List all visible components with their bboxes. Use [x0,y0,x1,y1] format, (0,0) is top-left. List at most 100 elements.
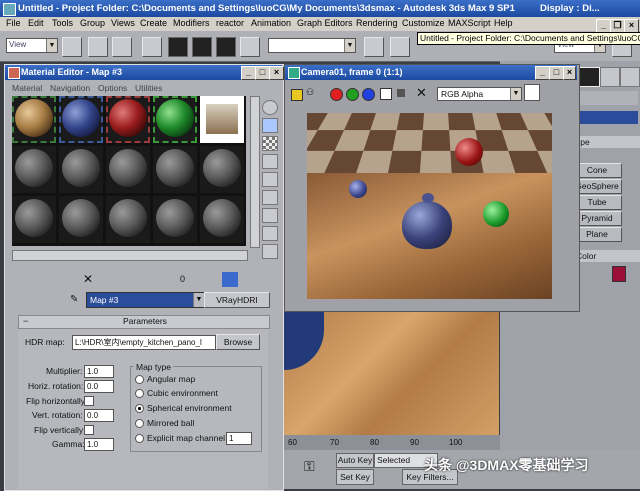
perspective-viewport[interactable] [284,310,499,435]
horiz-rotation-spinner[interactable]: 0.0 [84,380,114,393]
go-to-parent-icon[interactable] [242,272,258,287]
mirror-icon[interactable] [364,37,384,57]
flip-horizontally-checkbox[interactable] [84,396,94,406]
maximize-button[interactable]: □ [549,66,564,80]
menu-navigation[interactable]: Navigation [50,83,90,93]
sample-slot[interactable] [153,196,197,243]
channel-display-combo[interactable]: RGB Alpha ▼ [437,87,522,101]
minimize-button[interactable]: _ [535,66,550,80]
select-by-material-icon[interactable] [262,226,278,241]
green-channel-icon[interactable] [346,88,359,101]
put-to-scene-icon[interactable] [38,272,54,287]
menu-options[interactable]: Options [98,83,127,93]
video-color-check-icon[interactable] [262,172,278,187]
redo-icon[interactable] [142,37,162,57]
sample-type-icon[interactable] [262,100,278,115]
restore-button[interactable]: ❐ [610,19,625,33]
make-preview-icon[interactable] [262,190,278,205]
spherical-environment-radio[interactable] [135,404,144,413]
close-button[interactable]: × [269,66,284,80]
view-combo[interactable]: View ▼ [6,38,58,53]
red-channel-icon[interactable] [330,88,343,101]
color-swatch[interactable] [524,84,540,101]
angular-map-radio[interactable] [135,375,144,384]
align-icon[interactable] [390,37,410,57]
menu-edit[interactable]: Edit [28,18,44,28]
set-key-button[interactable]: Set Key [336,469,374,485]
vert-rotation-spinner[interactable]: 0.0 [84,409,114,422]
named-selection-combo[interactable]: ▼ [268,38,356,53]
clone-window-icon[interactable]: ⚇ [306,87,314,98]
menu-file[interactable]: File [6,18,21,28]
modify-tab-icon[interactable] [600,67,620,87]
reset-map-icon[interactable]: ✕ [80,272,96,287]
options-icon[interactable] [262,208,278,223]
cubic-environment-radio[interactable] [135,389,144,398]
menu-maxscript[interactable]: MAXScript [448,18,491,28]
sample-slot[interactable] [200,146,244,193]
menu-utilities[interactable]: Utilities [135,83,162,93]
material-id-channel[interactable]: 0 [180,274,185,284]
blue-channel-icon[interactable] [362,88,375,101]
object-type-combo[interactable] [578,111,638,124]
monochrome-icon[interactable] [397,89,405,97]
key-icon[interactable]: ⚿ [304,458,324,478]
alpha-channel-icon[interactable] [380,88,392,100]
menu-graph-editors[interactable]: Graph Editors [297,18,353,28]
menu-help[interactable]: Help [494,18,513,28]
explicit-map-channel-radio[interactable] [135,434,144,443]
sample-slot[interactable] [153,96,197,143]
map-type-button[interactable]: VRayHDRI [204,292,270,308]
make-copy-icon[interactable] [104,272,120,287]
link-icon[interactable] [168,37,188,57]
multiplier-spinner[interactable]: 1.0 [84,365,114,378]
menu-tools[interactable]: Tools [52,18,73,28]
minimize-button[interactable]: _ [241,66,256,80]
show-end-result-icon[interactable] [222,272,238,287]
sample-slot[interactable] [59,96,103,143]
time-slider[interactable] [284,435,500,450]
sample-slot[interactable] [106,146,150,193]
unlink-icon[interactable] [192,37,212,57]
pick-material-eyedropper-icon[interactable]: ✎ [70,294,82,306]
menu-modifiers[interactable]: Modifiers [173,18,210,28]
render-icon[interactable] [240,37,260,57]
menu-reactor[interactable]: reactor [216,18,244,28]
gamma-spinner[interactable]: 1.0 [84,438,114,451]
sample-slot-active[interactable] [200,96,244,143]
map-channel-spinner[interactable]: 1 [226,432,252,445]
sample-slot[interactable] [12,196,56,243]
select-filter-icon[interactable] [62,37,82,57]
sample-slot[interactable] [12,146,56,193]
slots-vertical-scrollbar[interactable] [250,96,260,248]
category-icons[interactable] [578,91,638,105]
sample-slot[interactable] [106,96,150,143]
auto-key-button[interactable]: Auto Key [336,453,374,468]
sample-slot[interactable] [59,146,103,193]
make-unique-icon[interactable] [126,272,142,287]
object-color-swatch[interactable] [612,266,626,282]
sample-slot[interactable] [59,196,103,243]
sample-slot[interactable] [106,196,150,243]
menu-group[interactable]: Group [80,18,105,28]
flip-vertically-checkbox[interactable] [84,425,94,435]
show-map-icon[interactable] [198,272,214,287]
bind-space-warp-icon[interactable] [216,37,236,57]
close-button[interactable]: × [624,19,639,33]
close-button[interactable]: × [563,66,576,80]
mirrored-ball-radio[interactable] [135,419,144,428]
menu-material[interactable]: Material [12,83,42,93]
map-name-field[interactable]: Map #3 ▼ [86,292,205,308]
put-to-library-icon[interactable] [148,272,164,287]
uv-tiling-icon[interactable] [262,154,278,169]
hierarchy-tab-icon[interactable] [620,67,640,87]
name-color-rollout[interactable]: Color [572,250,640,262]
minimize-button[interactable]: _ [596,19,611,33]
menu-create[interactable]: Create [140,18,167,28]
undo-icon[interactable] [112,37,132,57]
save-bitmap-icon[interactable] [291,89,303,101]
hdr-map-path-field[interactable]: L:\HDR\室内\empty_kitchen_pano_l [72,335,216,350]
sample-slot[interactable] [12,96,56,143]
browse-button[interactable]: Browse [216,334,260,350]
material-navigator-icon[interactable] [262,244,278,259]
